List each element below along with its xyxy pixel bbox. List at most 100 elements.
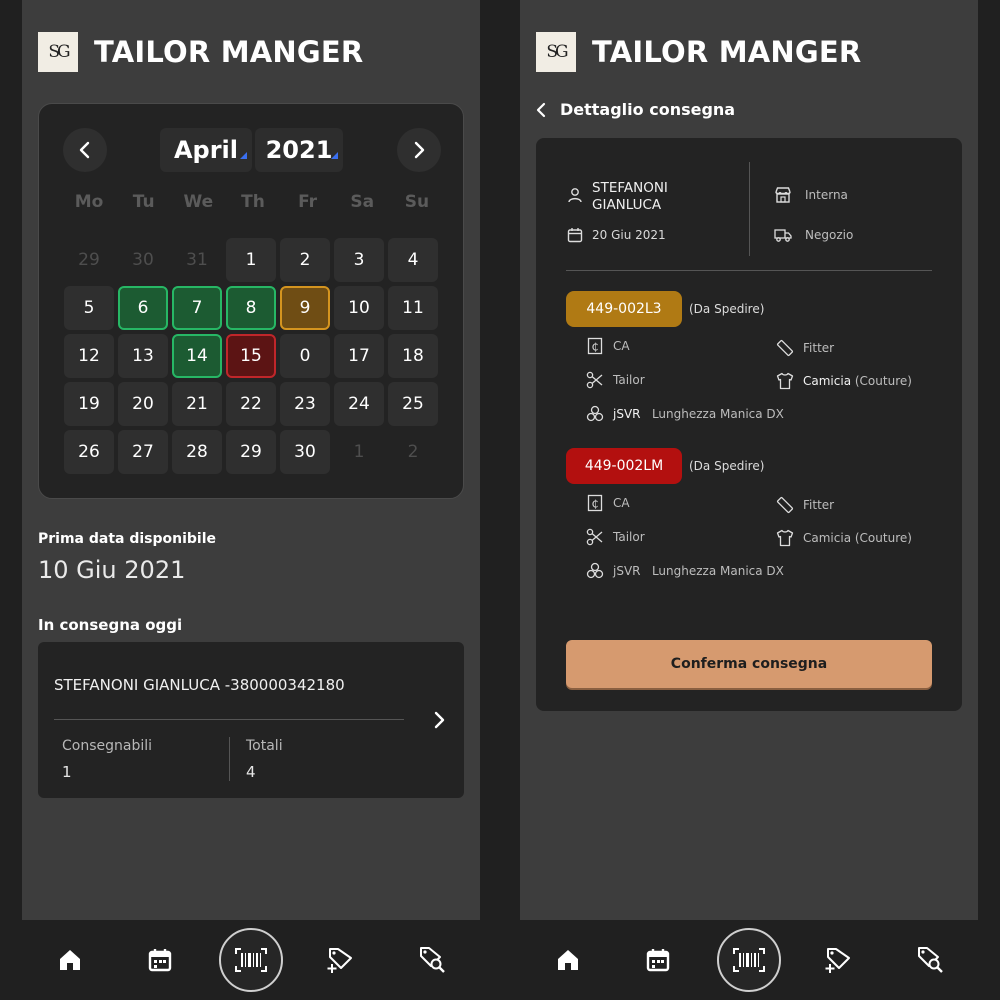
search-tag-icon xyxy=(916,946,944,974)
weekday-header: Mo Tu We Th Fr Sa Su xyxy=(64,192,442,212)
divider xyxy=(566,270,932,271)
weekday-label: Mo xyxy=(74,192,104,212)
dropdown-caret-icon xyxy=(331,152,338,159)
svg-text:₵: ₵ xyxy=(592,341,599,354)
item-attribute: Camicia (Couture) xyxy=(776,529,912,547)
store-icon xyxy=(774,186,792,204)
today-deliveries-label: In consegna oggi xyxy=(38,616,183,634)
delivery-customer: STEFANONI GIANLUCA -380000342180 xyxy=(54,676,345,694)
truck-icon xyxy=(774,226,792,244)
divider xyxy=(229,737,230,781)
calendar-day[interactable]: 22 xyxy=(226,382,276,426)
cedi-icon: ₵ xyxy=(586,494,604,512)
weekday-label: Fr xyxy=(298,192,318,212)
next-month-button[interactable] xyxy=(397,128,441,172)
delivery-card[interactable]: STEFANONI GIANLUCA -380000342180 Consegn… xyxy=(38,642,464,798)
nav-add-tag-button[interactable] xyxy=(818,940,858,980)
item-fitter: Fitter xyxy=(803,341,835,355)
calendar-day: 1 xyxy=(353,442,365,462)
calendar-day[interactable]: 13 xyxy=(118,334,168,378)
back-button[interactable]: Dettaglio consegna xyxy=(536,100,735,119)
nav-search-tag-button[interactable] xyxy=(412,940,452,980)
item-garment: Camicia xyxy=(803,531,852,545)
nav-barcode-scan-button[interactable] xyxy=(717,928,781,992)
availability-label: Prima data disponibile xyxy=(38,531,217,547)
item-tailor: Tailor xyxy=(613,373,645,387)
calendar-day[interactable]: 25 xyxy=(388,382,438,426)
calendar-day[interactable]: 29 xyxy=(226,430,276,474)
calendar-day[interactable]: 12 xyxy=(64,334,114,378)
calendar-day[interactable]: 10 xyxy=(334,286,384,330)
nav-search-tag-button[interactable] xyxy=(910,940,950,980)
fabric-icon xyxy=(586,562,604,580)
month-value: April xyxy=(173,136,239,164)
nav-add-tag-button[interactable] xyxy=(320,940,360,980)
calendar-day[interactable]: 9 xyxy=(280,286,330,330)
calendar-day[interactable]: 6 xyxy=(118,286,168,330)
item-attribute: Camicia (Couture) xyxy=(776,372,912,390)
weekday-label: Tu xyxy=(132,192,155,212)
calendar-icon xyxy=(147,947,173,973)
calendar-day[interactable]: 30 xyxy=(280,430,330,474)
nav-calendar-button[interactable] xyxy=(140,940,180,980)
calendar-day[interactable]: 2 xyxy=(280,238,330,282)
item-attribute: Tailor xyxy=(586,371,645,389)
item-status: (Da Spedire) xyxy=(689,459,765,473)
calendar-day[interactable]: 3 xyxy=(334,238,384,282)
item-fabric-note: Lunghezza Manica DX xyxy=(651,564,784,578)
calendar-day[interactable]: 5 xyxy=(64,286,114,330)
item-garment-note: (Couture) xyxy=(854,531,912,545)
item-attribute: ₵ CA xyxy=(586,494,630,512)
year-select[interactable]: 2021 xyxy=(255,128,343,172)
nav-calendar-button[interactable] xyxy=(638,940,678,980)
item-fitter: Fitter xyxy=(803,498,835,512)
item-tailor: Tailor xyxy=(613,530,645,544)
weekday-label: Sa xyxy=(350,192,375,212)
nav-home-button[interactable] xyxy=(50,940,90,980)
calendar-day[interactable]: 8 xyxy=(226,286,276,330)
calendar-day[interactable]: 4 xyxy=(388,238,438,282)
calendar-day[interactable]: 24 xyxy=(334,382,384,426)
month-select[interactable]: April xyxy=(160,128,252,172)
bottom-navigation xyxy=(500,920,1000,1000)
nav-barcode-scan-button[interactable] xyxy=(219,928,283,992)
item-code-tag[interactable]: 449-002L3 xyxy=(566,291,682,327)
calendar-screen: SG TAILOR MANGER April 2021 Mo Tu We Th … xyxy=(22,0,480,920)
confirm-delivery-button[interactable]: Conferma consegna xyxy=(566,640,932,688)
cedi-icon: ₵ xyxy=(586,337,604,355)
calendar-day[interactable]: 23 xyxy=(280,382,330,426)
calendar-day[interactable]: 1 xyxy=(226,238,276,282)
calendar-day[interactable]: 17 xyxy=(334,334,384,378)
calendar-day[interactable]: 19 xyxy=(64,382,114,426)
deliverable-label: Consegnabili xyxy=(62,738,153,754)
calendar-day[interactable]: 0 xyxy=(280,334,330,378)
item-code-tag[interactable]: 449-002LM xyxy=(566,448,682,484)
nav-home-button[interactable] xyxy=(548,940,588,980)
delivery-type-info: Interna xyxy=(774,186,848,204)
delivery-type: Interna xyxy=(805,188,848,202)
item-attribute: jSVR Lunghezza Manica DX xyxy=(586,562,784,580)
barcode-scan-icon xyxy=(234,947,268,973)
calendar-day[interactable]: 20 xyxy=(118,382,168,426)
calendar-day[interactable]: 18 xyxy=(388,334,438,378)
app-header: SG TAILOR MANGER xyxy=(536,32,861,72)
calendar-day[interactable]: 11 xyxy=(388,286,438,330)
previous-month-button[interactable] xyxy=(63,128,107,172)
home-icon xyxy=(555,947,581,973)
chevron-left-icon xyxy=(536,102,546,117)
calendar-day[interactable]: 27 xyxy=(118,430,168,474)
home-icon xyxy=(57,947,83,973)
item-fabric-code: jSVR xyxy=(613,564,641,578)
shirt-icon xyxy=(776,529,794,547)
calendar-day[interactable]: 14 xyxy=(172,334,222,378)
calendar-day[interactable]: 28 xyxy=(172,430,222,474)
calendar-day[interactable]: 26 xyxy=(64,430,114,474)
calendar-day[interactable]: 7 xyxy=(172,286,222,330)
item-attribute: Tailor xyxy=(586,528,645,546)
calendar-day[interactable]: 21 xyxy=(172,382,222,426)
calendar-day: 31 xyxy=(186,250,208,270)
calendar-icon xyxy=(566,226,584,244)
calendar-day[interactable]: 15 xyxy=(226,334,276,378)
item-ca: CA xyxy=(613,496,630,510)
item-garment: Camicia xyxy=(803,374,852,388)
